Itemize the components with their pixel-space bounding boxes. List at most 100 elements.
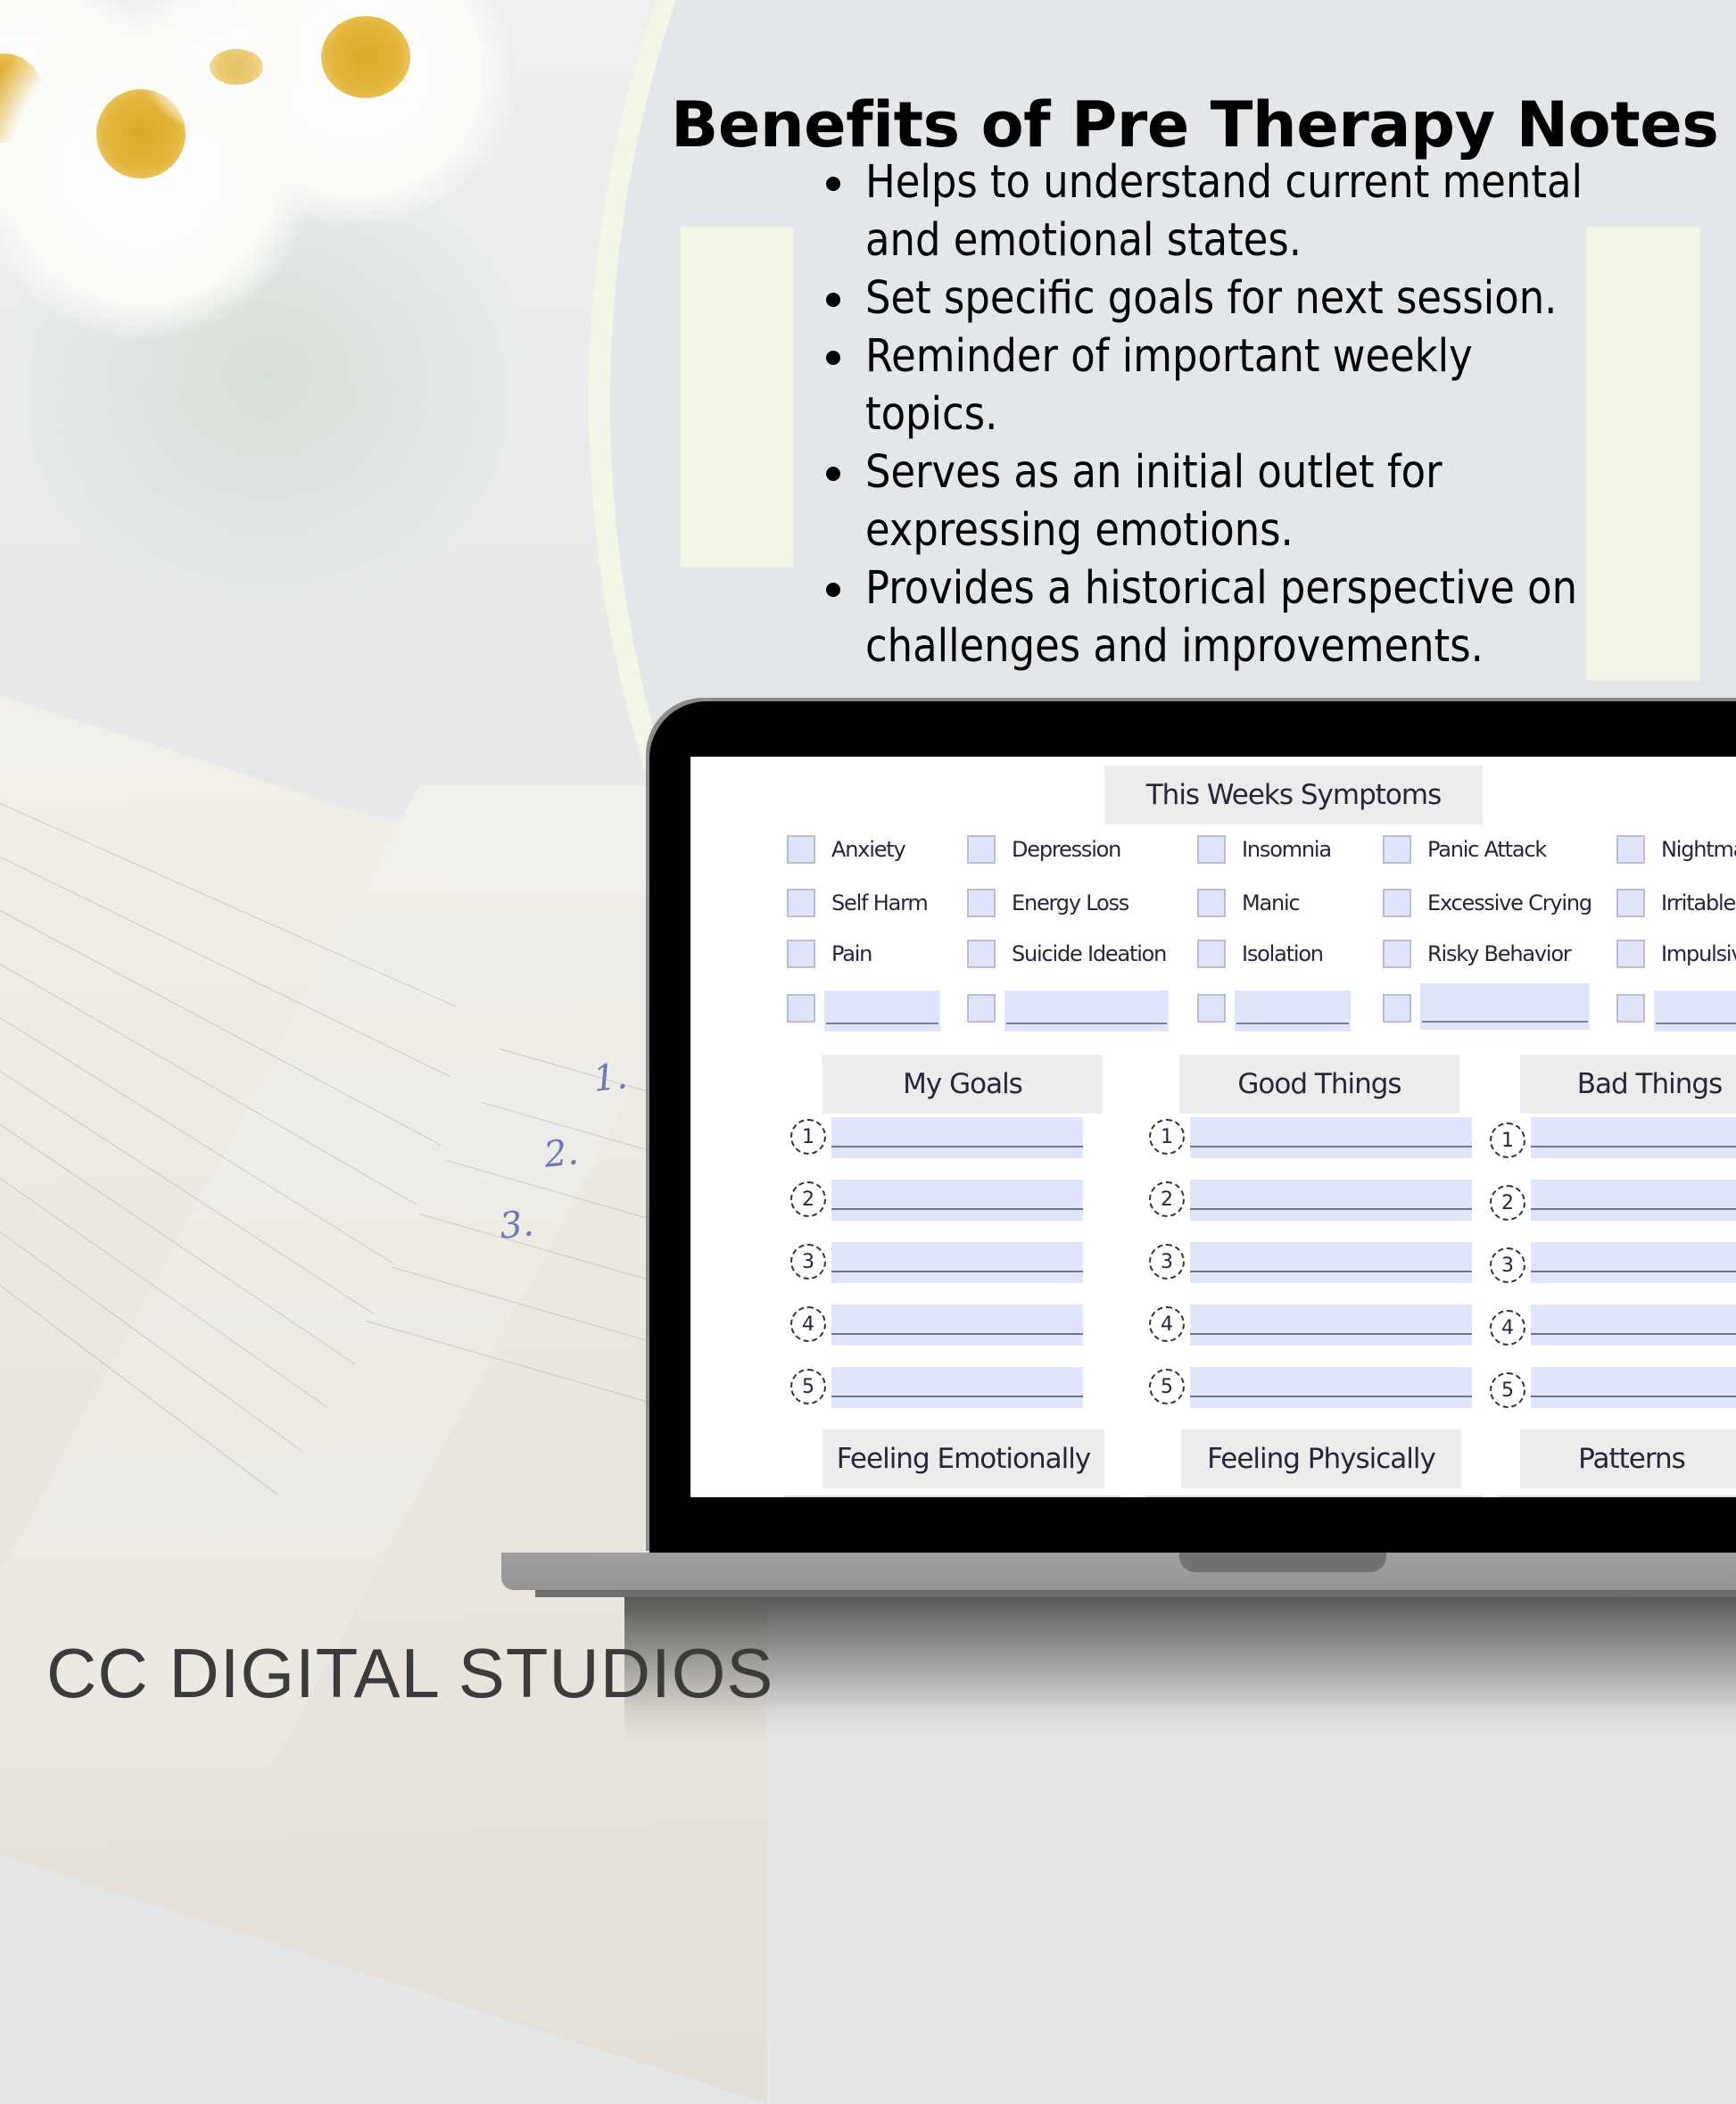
symptom-checkbox-item[interactable]: Risky Behavior [1383, 940, 1572, 968]
list-entry-input[interactable] [1190, 1117, 1472, 1158]
benefit-item-continued: topics. [865, 388, 998, 441]
symptom-checkbox-item[interactable]: Anxiety [787, 835, 906, 864]
benefits-list: Helps to understand current mental and e… [821, 153, 1731, 675]
number-circle-icon: 5 [790, 1369, 826, 1404]
number-circle-icon: 5 [1490, 1372, 1525, 1408]
symptom-label: Nightma [1661, 837, 1736, 862]
list-entry-input[interactable] [831, 1367, 1083, 1408]
handwritten-number: 2. [541, 1131, 581, 1176]
benefit-item-continued: and emotional states. [865, 214, 1302, 267]
checkbox[interactable] [1197, 940, 1226, 968]
symptom-checkbox-item[interactable]: Insomnia [1197, 835, 1332, 864]
custom-symptom-checkbox[interactable] [1616, 994, 1645, 1023]
checkbox[interactable] [787, 835, 815, 864]
symptom-checkbox-item[interactable]: Pain [787, 940, 872, 968]
symptom-checkbox-item[interactable]: Manic [1197, 889, 1301, 917]
list-entry-input[interactable] [1531, 1367, 1736, 1408]
symptom-label: Insomnia [1242, 837, 1332, 862]
symptom-checkbox-item[interactable]: Irritable [1616, 889, 1736, 917]
symptom-checkbox-item[interactable]: Energy Loss [967, 889, 1129, 917]
handwritten-number: 3. [497, 1203, 536, 1247]
list-header: Good Things [1179, 1055, 1459, 1114]
custom-symptom-checkbox[interactable] [1197, 994, 1226, 1023]
laptop-shadow [624, 1597, 1736, 1740]
number-circle-icon: 3 [1149, 1244, 1185, 1280]
list-entry-input[interactable] [1531, 1180, 1736, 1221]
list-entry-input[interactable] [1531, 1305, 1736, 1346]
checkbox[interactable] [1383, 889, 1411, 917]
list-entry-input[interactable] [831, 1242, 1083, 1283]
symptom-label: Impulsive [1661, 941, 1736, 966]
bullet-icon [826, 293, 840, 307]
bullet-icon [826, 467, 840, 481]
symptom-checkbox-item[interactable]: Impulsive [1616, 940, 1736, 968]
symptom-label: Anxiety [831, 837, 906, 862]
benefit-item: Set specific goals for next session. [821, 269, 1731, 327]
checkbox[interactable] [967, 835, 996, 864]
checkbox[interactable] [967, 940, 996, 968]
checkbox[interactable] [787, 889, 815, 917]
symptom-checkbox-item[interactable]: Excessive Crying [1383, 889, 1592, 917]
laptop-screen: This Weeks Symptoms Anxiety Depression Ins… [690, 757, 1736, 1497]
list-entry-input[interactable] [831, 1117, 1083, 1158]
symptom-label: Panic Attack [1427, 837, 1547, 862]
patterns-header: Patterns [1520, 1429, 1736, 1488]
checkbox[interactable] [1197, 889, 1226, 917]
symptom-checkbox-item[interactable]: Panic Attack [1383, 835, 1547, 864]
list-entry-input[interactable] [831, 1305, 1083, 1346]
custom-symptom-input[interactable] [1004, 990, 1169, 1031]
number-circle-icon: 1 [790, 1119, 826, 1155]
symptom-label: Depression [1012, 837, 1121, 862]
laptop-base [501, 1553, 1736, 1590]
list-entry-input[interactable] [1531, 1117, 1736, 1158]
feeling-emotionally-field[interactable] [785, 1495, 1120, 1497]
checkbox[interactable] [1383, 835, 1411, 864]
custom-symptom-input[interactable] [1420, 983, 1590, 1030]
checkbox[interactable] [967, 889, 996, 917]
checkbox[interactable] [1616, 889, 1645, 917]
list-entry-input[interactable] [1190, 1305, 1472, 1346]
symptom-label: Pain [831, 941, 872, 966]
symptoms-header: This Weeks Symptoms [1104, 766, 1483, 824]
list-entry-input[interactable] [1190, 1367, 1472, 1408]
feeling-physically-header: Feeling Physically [1181, 1429, 1461, 1488]
feeling-physically-field[interactable] [1145, 1495, 1483, 1497]
list-entry-input[interactable] [1531, 1242, 1736, 1283]
symptom-label: Excessive Crying [1427, 890, 1592, 915]
checkbox[interactable] [1616, 835, 1645, 864]
custom-symptom-checkbox[interactable] [967, 994, 996, 1023]
benefit-item: Provides a historical perspective on [821, 559, 1731, 617]
custom-symptom-input[interactable] [1654, 990, 1736, 1031]
list-entry-input[interactable] [831, 1180, 1083, 1221]
custom-symptom-input[interactable] [824, 990, 940, 1031]
symptom-checkbox-item[interactable]: Depression [967, 835, 1121, 864]
number-circle-icon: 3 [1490, 1247, 1525, 1283]
number-circle-icon: 5 [1149, 1369, 1185, 1404]
benefit-item: Reminder of important weekly [821, 327, 1731, 385]
benefit-item: Helps to understand current mental [821, 153, 1731, 211]
symptom-checkbox-item[interactable]: Isolation [1197, 940, 1324, 968]
laptop-notch [1179, 1553, 1386, 1572]
checkbox[interactable] [1616, 940, 1645, 968]
checkbox[interactable] [787, 940, 815, 968]
custom-symptom-input[interactable] [1235, 990, 1351, 1031]
benefit-item: Serves as an initial outlet for [821, 443, 1731, 501]
symptom-checkbox-item[interactable]: Suicide Ideation [967, 940, 1167, 968]
checkbox[interactable] [1197, 835, 1226, 864]
number-circle-icon: 2 [1149, 1181, 1185, 1217]
symptom-checkbox-item[interactable]: Nightma [1616, 835, 1736, 864]
handwritten-number: 1. [591, 1056, 630, 1100]
custom-symptom-checkbox[interactable] [787, 994, 815, 1023]
symptom-label: Isolation [1242, 941, 1324, 966]
checkbox[interactable] [1383, 940, 1411, 968]
bullet-icon [826, 583, 840, 597]
custom-symptom-checkbox[interactable] [1383, 994, 1411, 1023]
list-header: Bad Things [1520, 1055, 1736, 1114]
symptom-checkbox-item[interactable]: Self Harm [787, 889, 929, 917]
bullet-icon [826, 351, 840, 365]
symptom-label: Suicide Ideation [1012, 941, 1167, 966]
list-entry-input[interactable] [1190, 1180, 1472, 1221]
list-entry-input[interactable] [1190, 1242, 1472, 1283]
symptom-label: Energy Loss [1012, 890, 1129, 915]
patterns-field[interactable] [1499, 1495, 1736, 1497]
